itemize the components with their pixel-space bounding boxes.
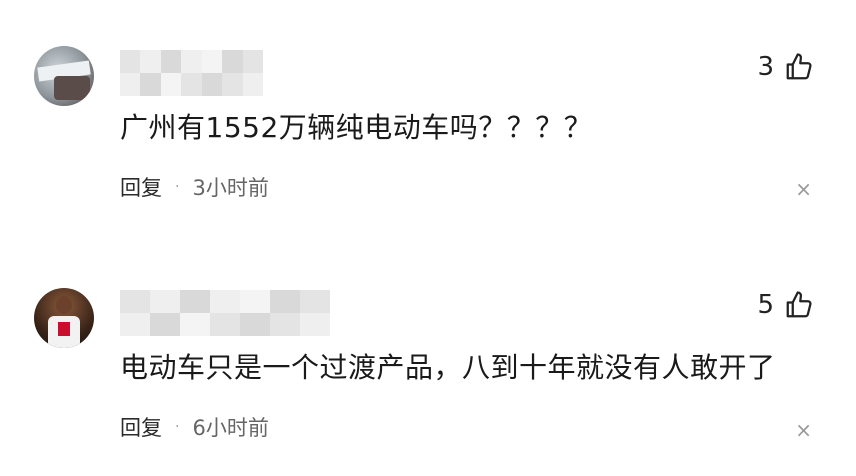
thumbs-up-icon [786, 291, 812, 318]
like-button[interactable]: 3 [757, 52, 814, 82]
thumbs-up-icon [786, 53, 812, 80]
reply-button[interactable]: 回复 [120, 172, 162, 202]
timestamp: 6小时前 [192, 416, 269, 440]
separator-dot: · [175, 179, 180, 195]
username-blurred[interactable] [120, 290, 330, 336]
like-button[interactable]: 5 [757, 290, 814, 320]
timestamp: 3小时前 [192, 176, 269, 200]
separator-dot: · [175, 419, 180, 435]
comment-meta: 回复 · 3小时前 [120, 172, 269, 202]
avatar[interactable] [34, 288, 94, 348]
comment-text: 电动车只是一个过渡产品，八到十年就没有人敢开了 [120, 351, 776, 384]
comment-text: 广州有1552万辆纯电动车吗？？？？ [120, 111, 593, 144]
avatar[interactable] [34, 46, 94, 106]
close-icon[interactable]: × [795, 418, 812, 442]
like-count: 5 [757, 290, 774, 320]
reply-button[interactable]: 回复 [120, 412, 162, 442]
like-count: 3 [757, 52, 774, 82]
close-icon[interactable]: × [795, 177, 812, 201]
username-blurred[interactable] [120, 50, 263, 96]
comment-item: 5 电动车只是一个过渡产品，八到十年就没有人敢开了 回复 · 6小时前 × [0, 238, 856, 476]
comment-meta: 回复 · 6小时前 [120, 412, 269, 442]
comment-item: 3 广州有1552万辆纯电动车吗？？？？ 回复 · 3小时前 × [0, 0, 856, 238]
